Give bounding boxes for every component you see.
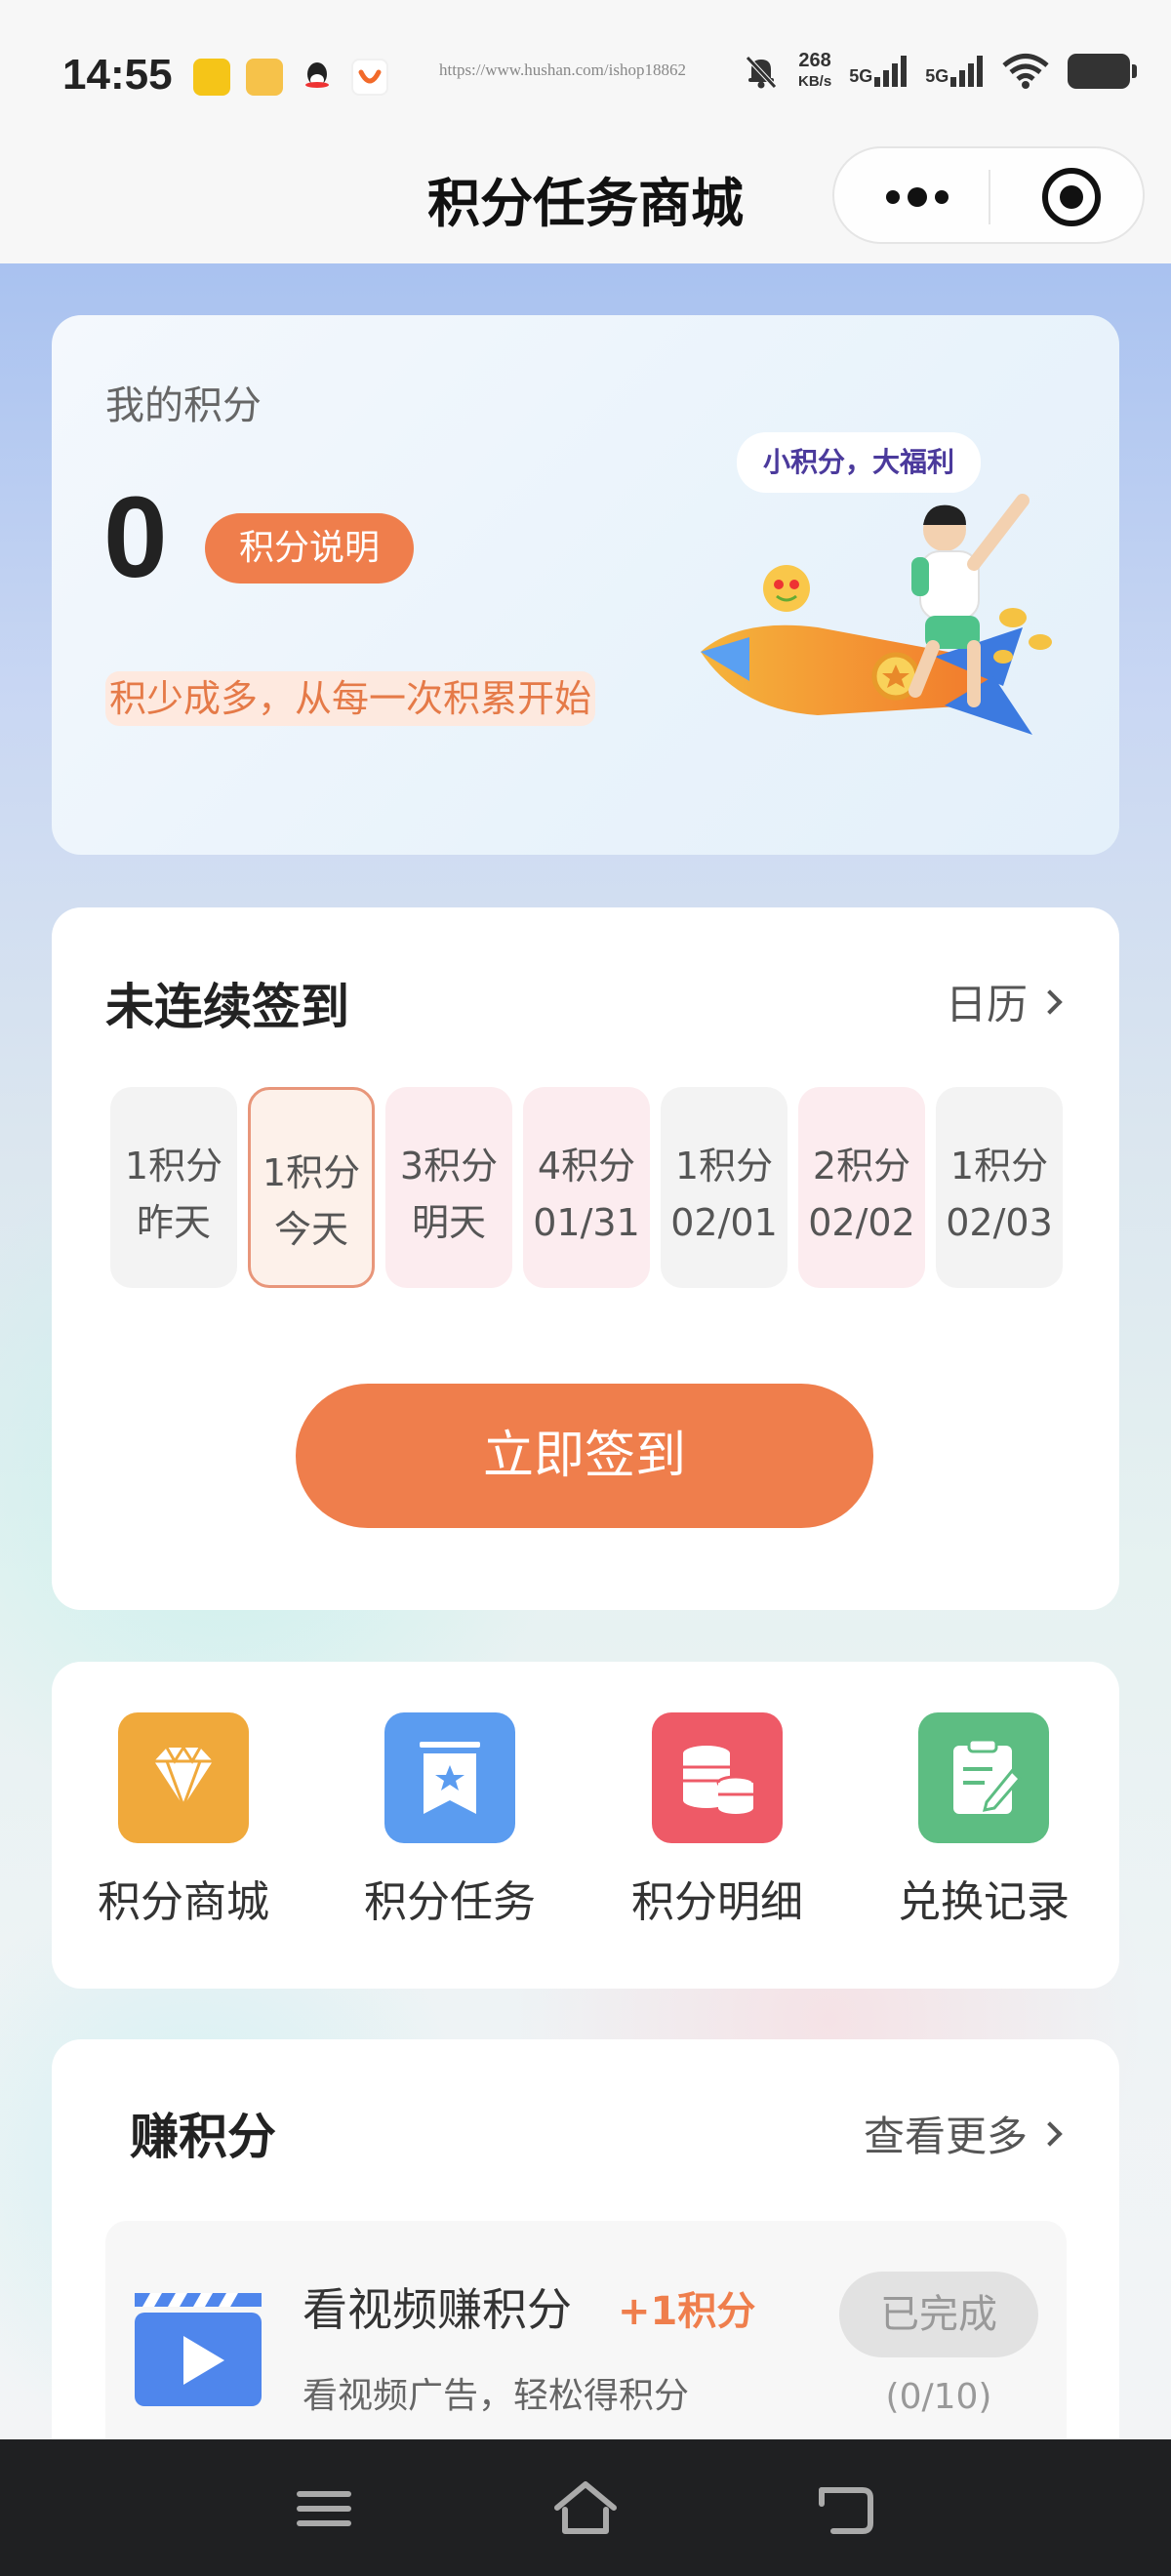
bell-muted-icon (746, 56, 777, 89)
system-nav-bar (0, 2439, 1171, 2576)
chevron-right-icon (1037, 2120, 1063, 2147)
task-desc: 看视频广告，轻松得积分 (303, 2376, 690, 2416)
menu-icon[interactable] (290, 2475, 358, 2543)
sign-in-button[interactable]: 立即签到 (296, 1384, 873, 1528)
coins-icon (652, 1712, 783, 1843)
task-name: 看视频赚积分 (303, 2283, 572, 2336)
wifi-icon (1002, 54, 1049, 89)
task-status-button[interactable]: 已完成 (839, 2272, 1038, 2357)
earn-points-title: 赚积分 (130, 2109, 276, 2165)
app-notification-icon-orange (351, 59, 388, 96)
app-notification-icon-hand (246, 59, 283, 96)
status-time: 14:55 (62, 51, 173, 99)
shortcut-label: 积分任务 (364, 1877, 536, 1927)
day-tile: 1积分 02/01 (661, 1087, 787, 1288)
diamond-icon (118, 1712, 249, 1843)
shortcut-label: 积分商城 (98, 1877, 269, 1927)
more-dots-icon[interactable] (878, 176, 956, 219)
my-points-card: 我的积分 0 积分说明 积少成多，从每一次积累开始 小积分，大福利 (52, 315, 1119, 855)
points-value: 0 (103, 473, 168, 602)
calendar-link[interactable]: 日历 (946, 972, 1063, 1031)
view-more-link[interactable]: 查看更多 (864, 2104, 1063, 2163)
task-progress: (0/10) (885, 2377, 992, 2417)
signal-group-2: 5G (925, 56, 984, 87)
status-bar: 14:55 https://www.hushan.com/ishop18862 … (0, 0, 1171, 146)
battery-icon (1068, 54, 1138, 89)
chevron-right-icon (1037, 988, 1063, 1015)
home-icon[interactable] (551, 2475, 620, 2543)
shortcut-points-detail[interactable]: 积分明细 (620, 1712, 815, 1929)
status-right-group: 268 KB/s 5G 5G (742, 50, 1138, 92)
day-tile-today[interactable]: 1积分 今天 (248, 1087, 375, 1288)
network-speed: 268 KB/s (798, 50, 832, 91)
status-url-text: https://www.hushan.com/ishop18862 (439, 60, 686, 79)
video-play-icon (135, 2293, 262, 2406)
sign-in-days: 1积分 昨天 1积分 今天 3积分 明天 4积分 01/31 1积分 02/01… (110, 1087, 1063, 1288)
task-reward: +1积分 (618, 2289, 756, 2334)
points-slogan: 积少成多，从每一次积累开始 (105, 662, 652, 736)
app-notification-icon-yellow (193, 59, 230, 96)
shortcut-points-tasks[interactable]: 积分任务 (352, 1712, 547, 1929)
nav-bar: 积分任务商城 (0, 146, 1171, 263)
shortcuts-card: 积分商城 积分任务 积分明细 兑换记录 (52, 1662, 1119, 1989)
star-ribbon-icon (384, 1712, 515, 1843)
points-explain-button[interactable]: 积分说明 (205, 513, 414, 584)
sign-in-card: 未连续签到 日历 1积分 昨天 1积分 今天 3积分 明天 4积分 01/31 … (52, 907, 1119, 1610)
day-tile: 2积分 02/02 (798, 1087, 925, 1288)
signal-group-1: 5G (849, 56, 908, 87)
shortcut-label: 积分明细 (631, 1877, 803, 1927)
day-tile: 3积分 明天 (385, 1087, 512, 1288)
clipboard-edit-icon (918, 1712, 1049, 1843)
shortcut-points-mall[interactable]: 积分商城 (86, 1712, 281, 1929)
signal-icon (874, 56, 908, 87)
qq-icon (299, 59, 336, 96)
shortcut-label: 兑换记录 (898, 1877, 1070, 1927)
shortcut-exchange-records[interactable]: 兑换记录 (886, 1712, 1081, 1929)
miniprogram-capsule (832, 146, 1145, 244)
rocket-boy-illustration (701, 494, 1052, 735)
sign-in-title: 未连续签到 (105, 979, 349, 1035)
day-tile: 1积分 昨天 (110, 1087, 237, 1288)
my-points-label: 我的积分 (105, 383, 262, 428)
back-icon[interactable] (812, 2475, 880, 2543)
day-tile: 1积分 02/03 (936, 1087, 1063, 1288)
signal-icon (950, 56, 984, 87)
target-icon[interactable] (1042, 168, 1101, 226)
day-tile: 4积分 01/31 (523, 1087, 650, 1288)
notification-icons (193, 59, 388, 96)
